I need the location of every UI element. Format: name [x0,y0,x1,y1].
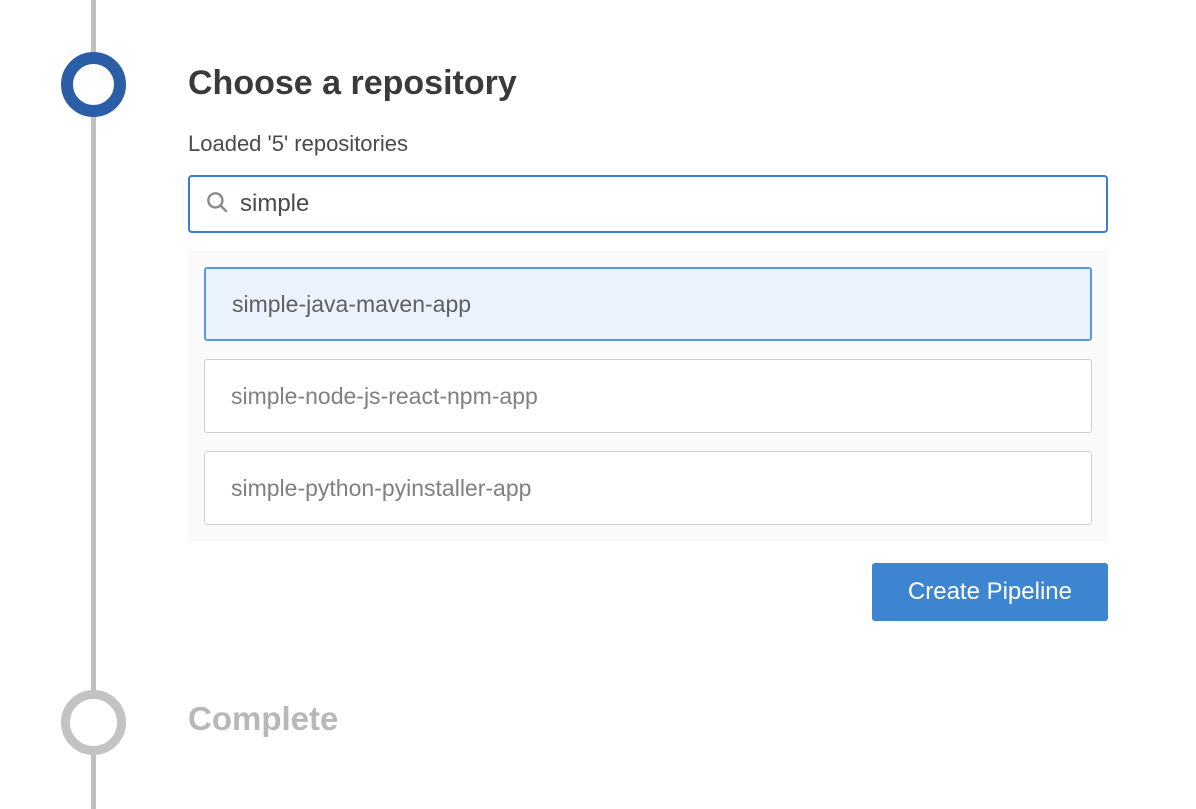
timeline-line [91,0,96,809]
search-icon [204,189,230,220]
step-title: Choose a repository [188,64,1108,103]
repository-name: simple-python-pyinstaller-app [231,475,531,502]
search-field-wrap[interactable] [188,175,1108,233]
repository-item[interactable]: simple-python-pyinstaller-app [204,451,1092,525]
repository-name: simple-java-maven-app [232,291,471,318]
create-pipeline-button[interactable]: Create Pipeline [872,563,1108,621]
step-marker-inactive [61,690,126,755]
repository-list: simple-java-maven-app simple-node-js-rea… [188,251,1108,541]
step-marker-active [61,52,126,117]
search-input[interactable] [230,190,1092,218]
next-step-title: Complete [188,700,338,738]
action-row: Create Pipeline [188,563,1108,621]
loaded-count-text: Loaded '5' repositories [188,131,1108,157]
repository-name: simple-node-js-react-npm-app [231,383,538,410]
repository-item[interactable]: simple-java-maven-app [204,267,1092,341]
repository-item[interactable]: simple-node-js-react-npm-app [204,359,1092,433]
